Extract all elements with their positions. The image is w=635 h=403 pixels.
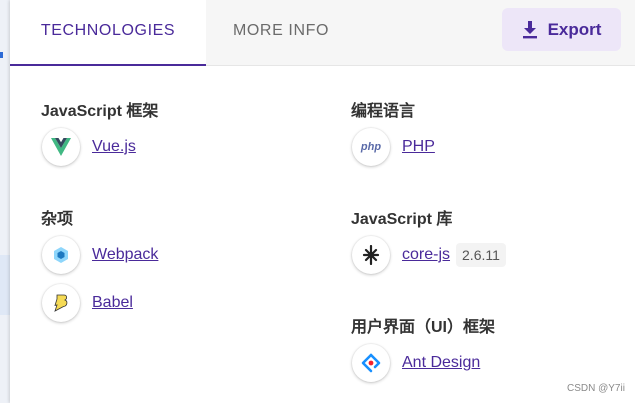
tech-link-php[interactable]: PHP	[402, 138, 435, 156]
section-title-js-frameworks: JavaScript 框架	[41, 103, 159, 120]
tech-link-vue[interactable]: Vue.js	[92, 138, 136, 156]
tab-more-info[interactable]: MORE INFO	[206, 0, 356, 65]
tech-link-ant-design[interactable]: Ant Design	[402, 354, 480, 372]
tech-item-webpack: Webpack	[42, 236, 158, 274]
export-button[interactable]: Export	[502, 8, 621, 51]
vue-icon	[42, 128, 80, 166]
core-js-icon	[352, 236, 390, 274]
tab-bar: TECHNOLOGIES MORE INFO Export	[10, 0, 635, 66]
tech-item-vue: Vue.js	[42, 128, 136, 166]
tech-item-php: php PHP	[352, 128, 435, 166]
tech-link-babel[interactable]: Babel	[92, 294, 133, 312]
download-icon	[522, 20, 538, 39]
section-title-ui-frameworks: 用户界面（UI）框架	[351, 319, 496, 336]
technologies-popup: TECHNOLOGIES MORE INFO Export JavaScript…	[10, 0, 635, 403]
tech-item-core-js: core-js 2.6.11	[352, 236, 506, 274]
watermark: CSDN @Y7ii	[567, 383, 625, 394]
tech-link-webpack[interactable]: Webpack	[92, 246, 158, 264]
tab-technologies[interactable]: TECHNOLOGIES	[10, 0, 206, 66]
background-strip	[0, 0, 10, 403]
background-accent	[0, 52, 3, 58]
php-icon: php	[352, 128, 390, 166]
section-title-js-libraries: JavaScript 库	[351, 211, 453, 228]
version-badge: 2.6.11	[456, 243, 506, 267]
babel-icon	[42, 284, 80, 322]
section-title-programming-languages: 编程语言	[351, 103, 416, 120]
export-label: Export	[547, 19, 602, 39]
webpack-icon	[42, 236, 80, 274]
section-title-miscellaneous: 杂项	[41, 211, 74, 228]
ant-design-icon	[352, 344, 390, 382]
tech-link-core-js[interactable]: core-js	[402, 246, 450, 264]
tech-item-babel: Babel	[42, 284, 133, 322]
tech-item-ant-design: Ant Design	[352, 344, 480, 382]
background-shape	[0, 255, 10, 315]
